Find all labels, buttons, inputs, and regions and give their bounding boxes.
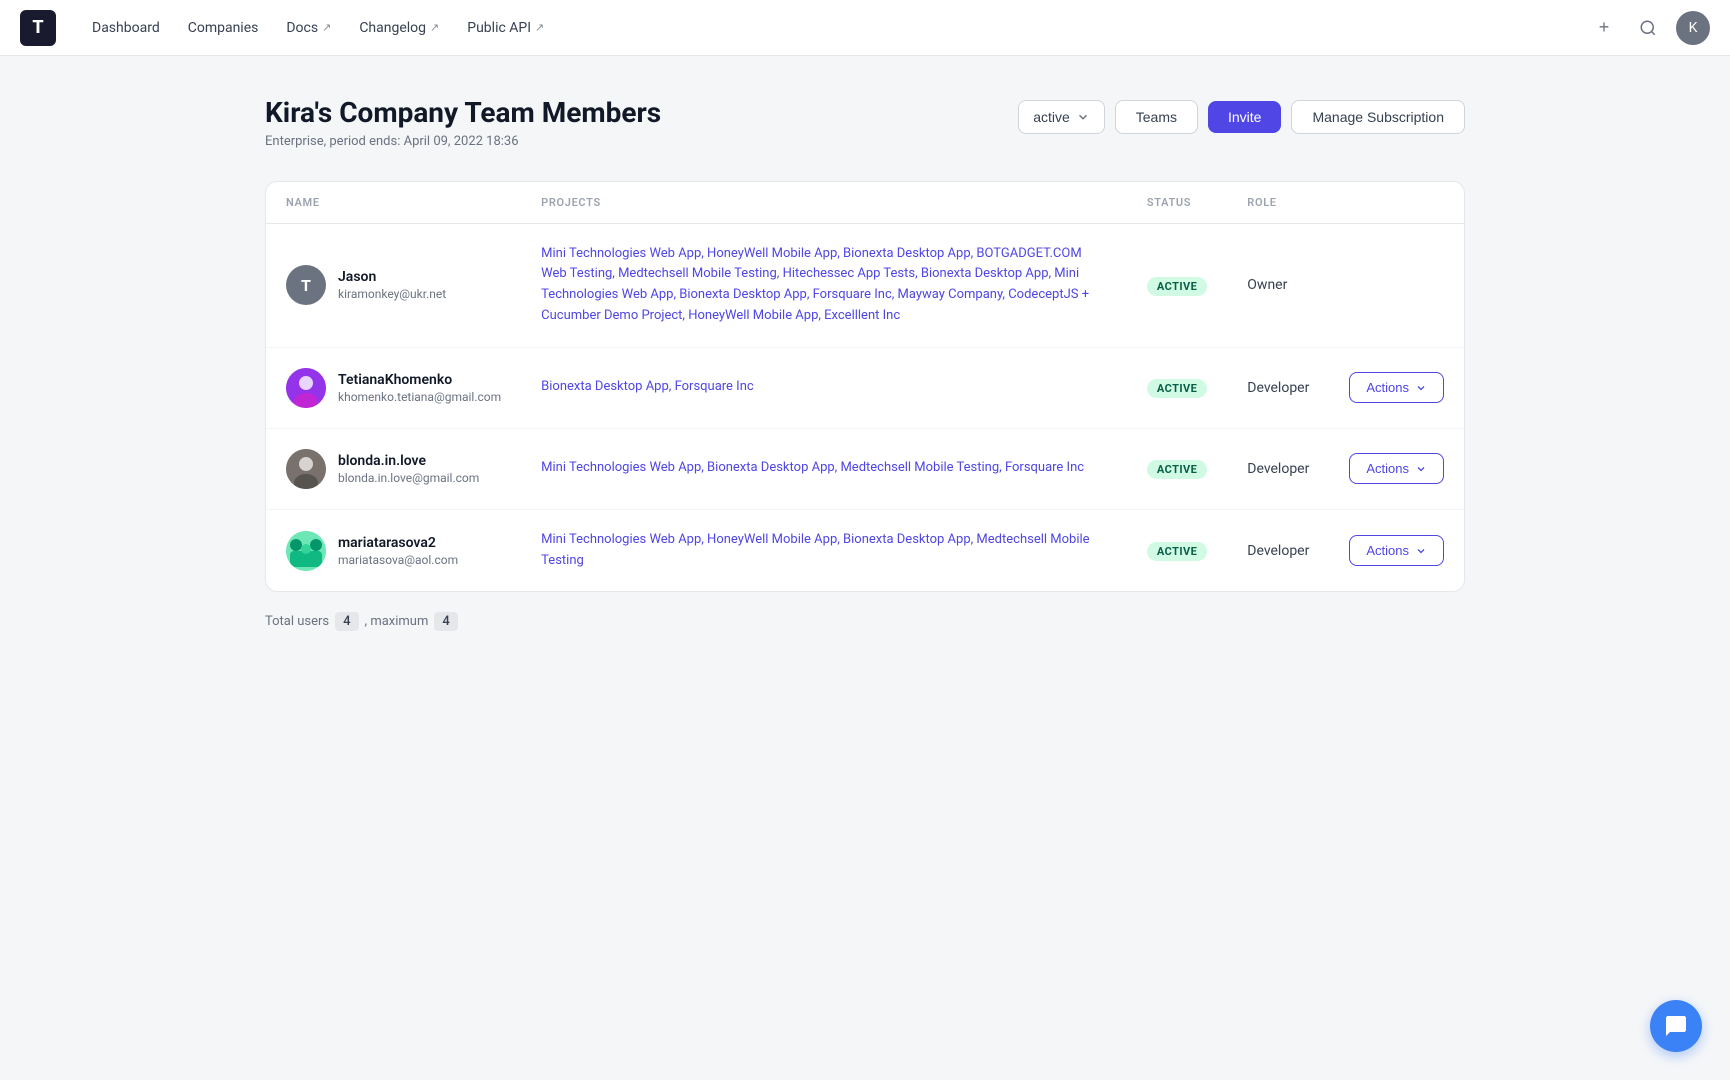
chevron-down-icon: [1415, 382, 1427, 394]
nav-changelog[interactable]: Changelog ↗: [347, 14, 451, 42]
members-table: NAME PROJECTS STATUS ROLE T Jason kiramo…: [265, 181, 1465, 593]
user-email: khomenko.tetiana@gmail.com: [338, 390, 501, 404]
actions-button[interactable]: Actions: [1349, 535, 1444, 566]
total-count: 4: [335, 612, 358, 631]
user-name: mariatarasova2: [338, 535, 458, 551]
chat-icon: [1664, 1014, 1688, 1038]
header-actions: active Teams Invite Manage Subscription: [1018, 100, 1465, 134]
nav-links: Dashboard Companies Docs ↗ Changelog ↗ P…: [80, 14, 1564, 42]
max-label: , maximum: [365, 614, 429, 629]
invite-button[interactable]: Invite: [1208, 101, 1281, 133]
search-icon: [1639, 19, 1657, 37]
external-link-icon: ↗: [322, 21, 331, 34]
role-cell: Developer: [1227, 428, 1329, 509]
teams-button[interactable]: Teams: [1115, 100, 1198, 134]
user-name: Jason: [338, 269, 446, 285]
user-email: mariatasova@aol.com: [338, 553, 458, 567]
table-row: TetianaKhomenko khomenko.tetiana@gmail.c…: [266, 347, 1464, 428]
projects-cell: Bionexta Desktop App, Forsquare Inc: [541, 377, 1107, 398]
avatar: T: [286, 265, 326, 305]
nav-docs[interactable]: Docs ↗: [274, 14, 343, 42]
page-title-block: Kira's Company Team Members Enterprise, …: [265, 96, 1002, 149]
projects-cell: Mini Technologies Web App, HoneyWell Mob…: [541, 530, 1107, 572]
table-row: T Jason kiramonkey@ukr.net Mini Technolo…: [266, 223, 1464, 347]
col-actions: [1329, 182, 1464, 224]
projects-cell: Mini Technologies Web App, HoneyWell Mob…: [541, 244, 1107, 327]
nav-right: + K: [1588, 11, 1710, 45]
table-footer: Total users 4 , maximum 4: [265, 612, 1465, 631]
search-button[interactable]: [1632, 12, 1664, 44]
page-subtitle: Enterprise, period ends: April 09, 2022 …: [265, 134, 1002, 149]
user-info: mariatarasova2 mariatasova@aol.com: [338, 535, 458, 567]
user-cell: T Jason kiramonkey@ukr.net: [286, 265, 501, 305]
manage-subscription-button[interactable]: Manage Subscription: [1291, 100, 1465, 134]
user-cell: TetianaKhomenko khomenko.tetiana@gmail.c…: [286, 368, 501, 408]
page-title: Kira's Company Team Members: [265, 96, 1002, 130]
table-row: mariatarasova2 mariatasova@aol.com Mini …: [266, 509, 1464, 591]
chevron-down-icon: [1415, 463, 1427, 475]
external-link-icon: ↗: [535, 21, 544, 34]
role-cell: Developer: [1227, 347, 1329, 428]
projects-cell: Mini Technologies Web App, Bionexta Desk…: [541, 458, 1107, 479]
main-content: Kira's Company Team Members Enterprise, …: [245, 56, 1485, 671]
avatar: [286, 449, 326, 489]
col-status: STATUS: [1127, 182, 1227, 224]
status-dropdown[interactable]: active: [1018, 100, 1105, 134]
chat-fab[interactable]: [1650, 1000, 1702, 1052]
app-logo[interactable]: T: [20, 10, 56, 46]
avatar: [286, 531, 326, 571]
status-badge: ACTIVE: [1147, 379, 1207, 398]
navbar: T Dashboard Companies Docs ↗ Changelog ↗…: [0, 0, 1730, 56]
max-count: 4: [434, 612, 457, 631]
actions-button[interactable]: Actions: [1349, 372, 1444, 403]
chevron-down-icon: [1415, 545, 1427, 557]
user-cell: mariatarasova2 mariatasova@aol.com: [286, 531, 501, 571]
total-label: Total users: [265, 614, 329, 629]
user-info: Jason kiramonkey@ukr.net: [338, 269, 446, 301]
external-link-icon: ↗: [430, 21, 439, 34]
user-info: TetianaKhomenko khomenko.tetiana@gmail.c…: [338, 372, 501, 404]
actions-button[interactable]: Actions: [1349, 453, 1444, 484]
nav-dashboard[interactable]: Dashboard: [80, 14, 172, 42]
user-email: kiramonkey@ukr.net: [338, 287, 446, 301]
user-avatar[interactable]: K: [1676, 11, 1710, 45]
status-badge: ACTIVE: [1147, 542, 1207, 561]
page-header: Kira's Company Team Members Enterprise, …: [265, 96, 1465, 149]
user-email: blonda.in.love@gmail.com: [338, 471, 479, 485]
table-row: blonda.in.love blonda.in.love@gmail.com …: [266, 428, 1464, 509]
user-cell: blonda.in.love blonda.in.love@gmail.com: [286, 449, 501, 489]
status-badge: ACTIVE: [1147, 277, 1207, 296]
user-name: blonda.in.love: [338, 453, 479, 469]
avatar: [286, 368, 326, 408]
nav-companies[interactable]: Companies: [176, 14, 271, 42]
col-projects: PROJECTS: [521, 182, 1127, 224]
user-name: TetianaKhomenko: [338, 372, 501, 388]
status-badge: ACTIVE: [1147, 460, 1207, 479]
col-role: ROLE: [1227, 182, 1329, 224]
add-button[interactable]: +: [1588, 12, 1620, 44]
role-cell: Developer: [1227, 509, 1329, 591]
user-info: blonda.in.love blonda.in.love@gmail.com: [338, 453, 479, 485]
chevron-down-icon: [1076, 110, 1090, 124]
col-name: NAME: [266, 182, 521, 224]
nav-public-api[interactable]: Public API ↗: [455, 14, 556, 42]
role-cell: Owner: [1227, 223, 1329, 347]
